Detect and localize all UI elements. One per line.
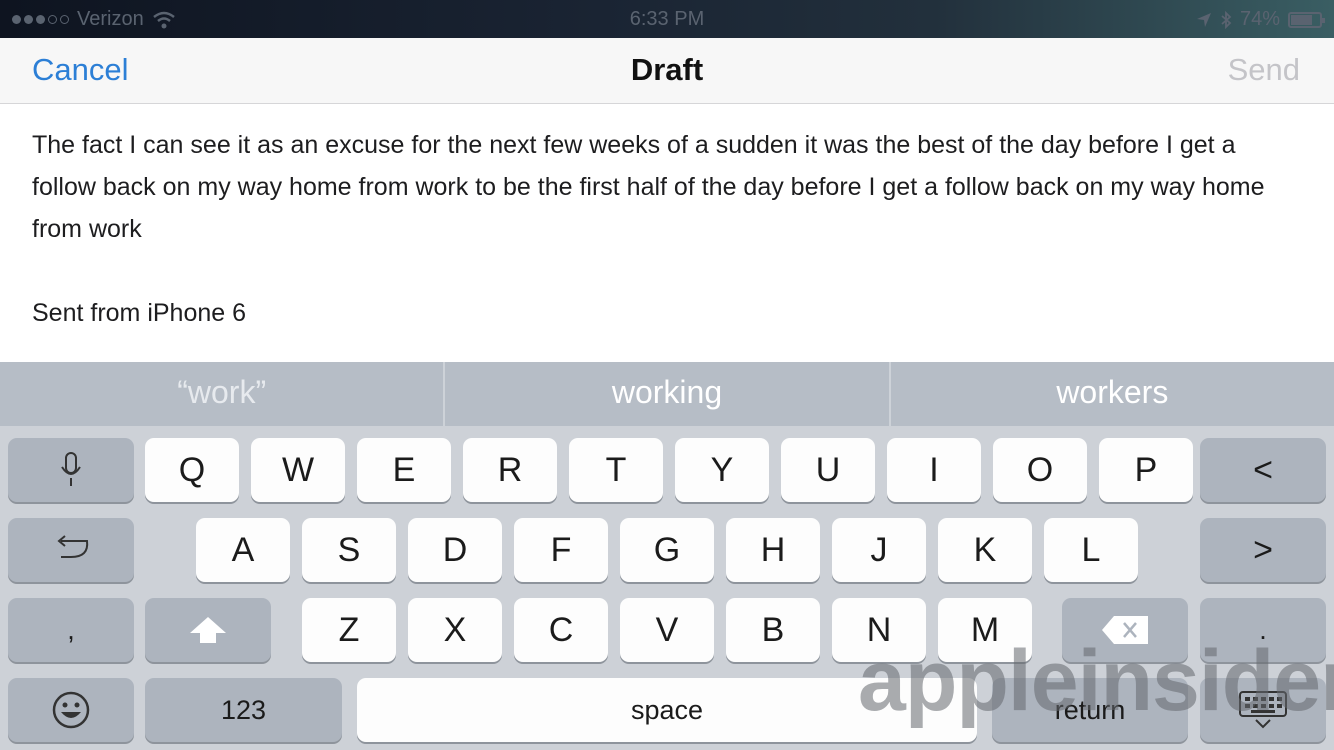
- suggestion-2[interactable]: working: [445, 362, 891, 426]
- key-e-label: E: [392, 450, 416, 489]
- right-arrow-key[interactable]: >: [1200, 518, 1326, 582]
- key-q[interactable]: Q: [145, 438, 239, 502]
- return-key[interactable]: return: [992, 678, 1188, 742]
- key-l-label: L: [1081, 530, 1101, 569]
- cancel-button[interactable]: Cancel: [32, 52, 129, 88]
- key-n-label: N: [866, 610, 892, 649]
- key-i[interactable]: I: [887, 438, 981, 502]
- key-w-label: W: [281, 450, 315, 489]
- key-n[interactable]: N: [832, 598, 926, 662]
- undo-key[interactable]: [8, 518, 134, 582]
- microphone-icon: [61, 452, 81, 486]
- key-a[interactable]: A: [196, 518, 290, 582]
- email-signature: Sent from iPhone 6: [32, 299, 247, 327]
- key-o-label: O: [1026, 450, 1054, 489]
- key-f[interactable]: F: [514, 518, 608, 582]
- status-right: 74%: [1196, 8, 1325, 31]
- numbers-key[interactable]: 123: [145, 678, 342, 742]
- suggestion-3[interactable]: workers: [891, 362, 1334, 426]
- emoji-icon: [52, 691, 90, 729]
- key-s-label: S: [337, 530, 361, 569]
- key-y-label: Y: [710, 450, 734, 489]
- key-c-label: C: [548, 610, 574, 649]
- key-b[interactable]: B: [726, 598, 820, 662]
- key-g-label: G: [653, 530, 681, 569]
- key-z[interactable]: Z: [302, 598, 396, 662]
- key-p-label: P: [1134, 450, 1158, 489]
- key-s[interactable]: S: [302, 518, 396, 582]
- key-a-label: A: [231, 530, 255, 569]
- on-screen-keyboard: “work” working workers Q W E R T Y U I O P < A S D F G H…: [0, 362, 1334, 750]
- left-arrow-key[interactable]: <: [1200, 438, 1326, 502]
- key-q-label: Q: [178, 450, 206, 489]
- dictation-key[interactable]: [8, 438, 134, 502]
- status-time: 6:33 PM: [629, 8, 705, 30]
- undo-icon: [57, 535, 89, 558]
- compose-nav-bar: Cancel Draft Send: [0, 38, 1334, 104]
- send-button[interactable]: Send: [1228, 52, 1300, 88]
- key-k[interactable]: K: [938, 518, 1032, 582]
- location-icon: [1196, 12, 1211, 27]
- space-key-label: space: [630, 694, 704, 725]
- key-o[interactable]: O: [993, 438, 1087, 502]
- return-key-label: return: [1054, 694, 1126, 725]
- key-d-label: D: [442, 530, 468, 569]
- shift-key[interactable]: [145, 598, 271, 662]
- key-t[interactable]: T: [569, 438, 663, 502]
- key-z-label: Z: [338, 610, 360, 649]
- page-title: Draft: [630, 52, 704, 87]
- key-u-label: U: [815, 450, 841, 489]
- key-f-label: F: [550, 530, 572, 569]
- period-key-label: .: [1259, 614, 1267, 645]
- space-key[interactable]: space: [357, 678, 977, 742]
- status-bar: Verizon 6:33 PM 74%: [0, 0, 1334, 38]
- key-x[interactable]: X: [408, 598, 502, 662]
- key-j-label: J: [870, 530, 888, 569]
- emoji-key[interactable]: [8, 678, 134, 742]
- key-w[interactable]: W: [251, 438, 345, 502]
- dismiss-keyboard-key[interactable]: [1200, 678, 1326, 742]
- key-r[interactable]: R: [463, 438, 557, 502]
- key-j[interactable]: J: [832, 518, 926, 582]
- key-k-label: K: [973, 530, 997, 569]
- message-body-text: The fact I can see it as an excuse for t…: [32, 131, 1265, 243]
- battery-icon: [1288, 11, 1325, 28]
- key-e[interactable]: E: [357, 438, 451, 502]
- key-c[interactable]: C: [514, 598, 608, 662]
- backspace-icon: [1102, 616, 1148, 644]
- key-t-label: T: [605, 450, 627, 489]
- key-u[interactable]: U: [781, 438, 875, 502]
- key-h[interactable]: H: [726, 518, 820, 582]
- left-arrow-key-label: <: [1253, 450, 1273, 489]
- shift-icon: [190, 617, 226, 643]
- key-y[interactable]: Y: [675, 438, 769, 502]
- predictive-suggestion-bar: “work” working workers: [0, 362, 1334, 426]
- key-i-label: I: [929, 450, 939, 489]
- key-g[interactable]: G: [620, 518, 714, 582]
- comma-key[interactable]: ,: [8, 598, 134, 662]
- message-body-editor[interactable]: The fact I can see it as an excuse for t…: [32, 124, 1302, 334]
- key-p[interactable]: P: [1099, 438, 1193, 502]
- key-h-label: H: [760, 530, 786, 569]
- key-v[interactable]: V: [620, 598, 714, 662]
- key-d[interactable]: D: [408, 518, 502, 582]
- bluetooth-icon: [1221, 10, 1232, 29]
- key-r-label: R: [497, 450, 523, 489]
- period-key[interactable]: .: [1200, 598, 1326, 662]
- right-arrow-key-label: >: [1253, 530, 1273, 569]
- key-m-label: M: [970, 610, 1000, 649]
- dismiss-keyboard-icon: [1239, 691, 1287, 729]
- key-v-label: V: [655, 610, 679, 649]
- key-b-label: B: [761, 610, 785, 649]
- key-m[interactable]: M: [938, 598, 1032, 662]
- backspace-key[interactable]: [1062, 598, 1188, 662]
- key-x-label: X: [443, 610, 467, 649]
- comma-key-label: ,: [67, 614, 75, 645]
- battery-percent: 74%: [1239, 8, 1280, 30]
- suggestion-1[interactable]: “work”: [0, 362, 446, 426]
- key-l[interactable]: L: [1044, 518, 1138, 582]
- numbers-key-label: 123: [220, 694, 267, 725]
